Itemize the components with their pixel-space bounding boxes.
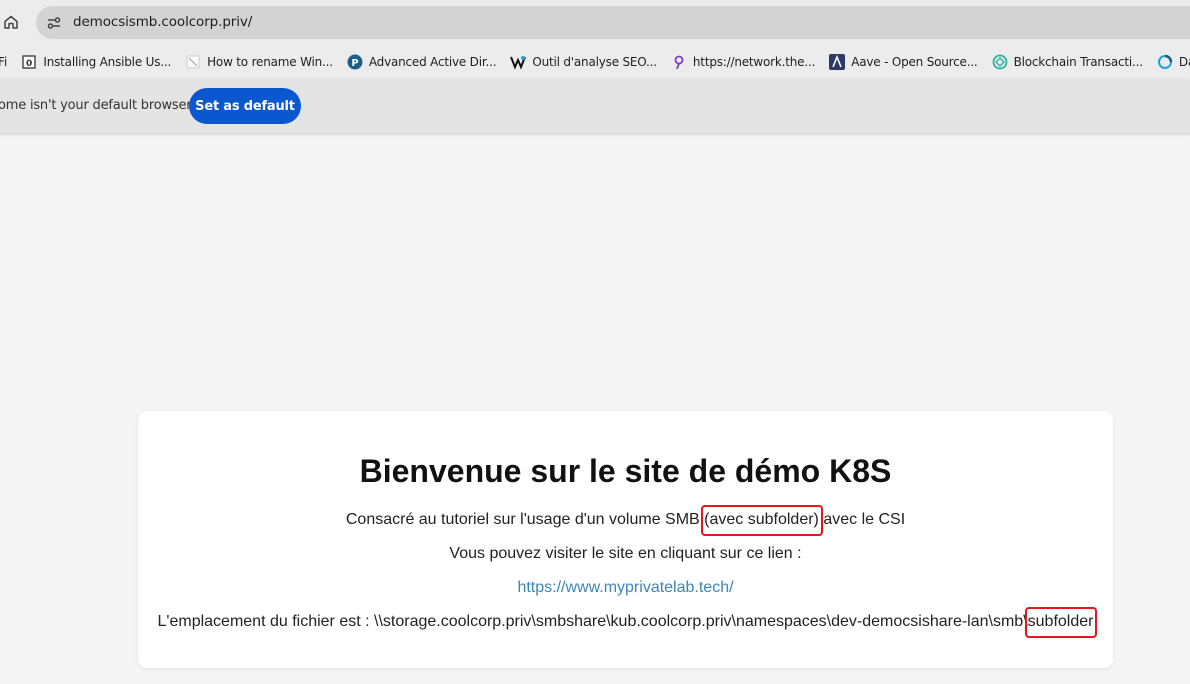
- page-icon: 0: [21, 54, 37, 70]
- page-title: Bienvenue sur le site de démo K8S: [359, 453, 892, 489]
- bookmark-label: Blockchain Transacti...: [1013, 55, 1144, 69]
- dashboard-logo-icon: [1157, 54, 1173, 70]
- p-logo-icon: P: [347, 54, 363, 70]
- bookmark-installing-ansible[interactable]: 0 Installing Ansible Us...: [21, 54, 171, 70]
- visit-line: Vous pouvez visiter le site en cliquant …: [449, 545, 802, 562]
- page-icon: [185, 54, 201, 70]
- highlighted-subfolder-note: (avec subfolder): [701, 505, 823, 536]
- bookmarks-bar: Fi 0 Installing Ansible Us... How to ren…: [0, 45, 1190, 79]
- site-link[interactable]: https://www.myprivatelab.tech/: [517, 579, 733, 596]
- bookmark-label: Advanced Active Dir...: [368, 55, 497, 69]
- network-logo-icon: [671, 54, 687, 70]
- bookmark-label: https://network.the...: [692, 55, 816, 69]
- address-bar[interactable]: democsismb.coolcorp.priv/: [36, 6, 1190, 39]
- intro-text-end: avec le CSI: [818, 511, 906, 528]
- aave-logo-icon: [829, 54, 846, 70]
- bookmark-label: Aave - Open Source...: [851, 55, 978, 69]
- blockchain-logo-icon: [992, 54, 1008, 70]
- intro-text: Consacré au tutoriel sur l'usage d'un vo…: [345, 511, 705, 528]
- home-icon[interactable]: [0, 11, 22, 33]
- bookmark-label: Installing Ansible Us...: [43, 55, 172, 69]
- browser-toolbar: democsismb.coolcorp.priv/: [0, 0, 1190, 45]
- bookmark-label: Dashboard |: [1178, 55, 1190, 69]
- file-path-text: L'emplacement du fichier est : \\storage…: [157, 613, 1028, 630]
- bookmark-aave[interactable]: Aave - Open Source...: [829, 54, 978, 70]
- svg-text:P: P: [351, 58, 358, 69]
- bookmark-label: Outil d'analyse SEO...: [532, 55, 657, 69]
- intro-line: Consacré au tutoriel sur l'usage d'un vo…: [138, 505, 1113, 536]
- bookmark-network[interactable]: https://network.the...: [671, 54, 815, 70]
- highlighted-subfolder: subfolder: [1024, 607, 1098, 638]
- bookmark-rename-win[interactable]: How to rename Win...: [185, 54, 333, 70]
- default-browser-infobar: ome isn't your default browser Set as de…: [0, 79, 1190, 134]
- bookmark-seo[interactable]: Outil d'analyse SEO...: [510, 54, 657, 70]
- url-text[interactable]: democsismb.coolcorp.priv/: [73, 14, 252, 30]
- bookmark-blockchain[interactable]: Blockchain Transacti...: [992, 54, 1143, 70]
- infobar-message: ome isn't your default browser: [0, 98, 192, 113]
- bookmark-label: How to rename Win...: [207, 55, 333, 69]
- bookmark-active-directory[interactable]: P Advanced Active Dir...: [347, 54, 497, 70]
- bookmark-partial[interactable]: Fi: [0, 55, 7, 69]
- set-as-default-button[interactable]: Set as default: [189, 88, 301, 124]
- bookmark-dashboard[interactable]: Dashboard |: [1157, 54, 1190, 70]
- link-line: https://www.myprivatelab.tech/: [138, 579, 1113, 597]
- site-info-icon[interactable]: [42, 11, 65, 34]
- svg-text:0: 0: [26, 59, 32, 69]
- file-location-line: L'emplacement du fichier est : \\storage…: [138, 607, 1113, 638]
- content-card: Bienvenue sur le site de démo K8S Consac…: [138, 411, 1113, 668]
- seo-logo-icon: [510, 54, 527, 70]
